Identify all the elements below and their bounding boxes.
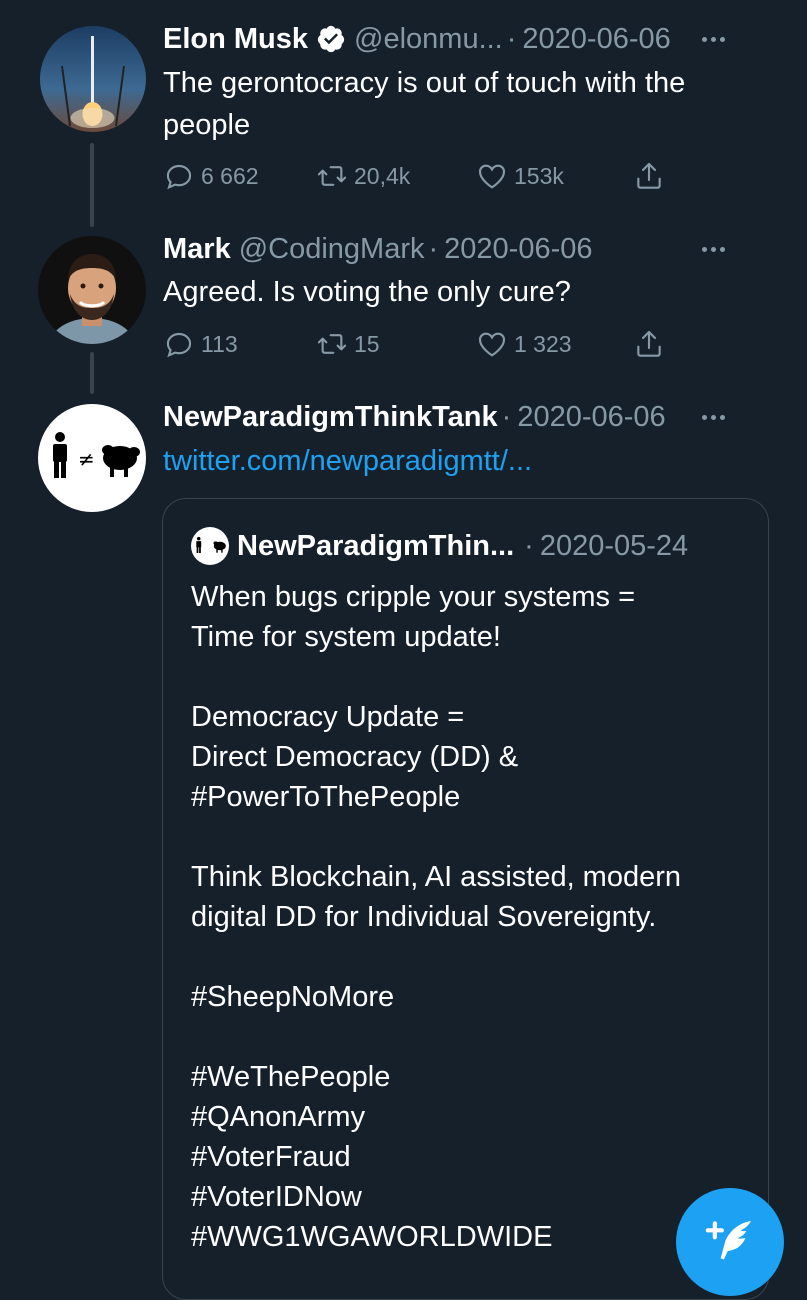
tweet-text: The gerontocracy is out of touch with th… bbox=[163, 67, 686, 141]
thread-line-2 bbox=[90, 352, 94, 394]
quoted-author-name[interactable]: NewParadigmThin... bbox=[237, 530, 514, 563]
retweet-button[interactable]: 20,4k bbox=[316, 158, 410, 194]
reply-button[interactable]: 113 bbox=[163, 326, 238, 362]
verified-badge-icon bbox=[316, 24, 346, 54]
separator-dot: · bbox=[524, 529, 534, 562]
tweet-actions: 113 15 1 323 bbox=[163, 326, 683, 362]
retweet-count: 20,4k bbox=[354, 162, 411, 189]
retweet-icon bbox=[317, 166, 347, 186]
author-name[interactable]: Elon Musk bbox=[163, 23, 308, 56]
compose-tweet-icon bbox=[705, 1221, 751, 1260]
more-horizontal-icon[interactable] bbox=[702, 19, 725, 59]
reply-icon bbox=[166, 164, 192, 190]
quote-paragraph: #SheepNoMore bbox=[191, 981, 395, 1013]
reply-count: 6 662 bbox=[201, 162, 259, 189]
separator-dot: · bbox=[506, 22, 517, 55]
retweet-button[interactable]: 15 bbox=[316, 326, 380, 362]
author-handle[interactable]: @elonmu... bbox=[354, 23, 503, 56]
tweet-actions: 6 662 20,4k 153k bbox=[163, 158, 683, 194]
quoted-tweet-card[interactable]: NewParadigmThin... · 2020-05-24 When bug… bbox=[162, 498, 769, 1300]
avatar-elon-musk[interactable] bbox=[40, 26, 146, 132]
author-handle[interactable]: @CodingMark bbox=[239, 233, 425, 266]
more-horizontal-icon[interactable] bbox=[702, 229, 725, 269]
separator-dot: · bbox=[501, 400, 512, 433]
reply-button[interactable]: 6 662 bbox=[163, 158, 259, 194]
tweet-date[interactable]: 2020-06-06 bbox=[444, 233, 592, 266]
separator-dot: · bbox=[428, 232, 439, 265]
quoted-tweet-text: When bugs cripple your systems = Time fo… bbox=[191, 577, 748, 1257]
quoted-tweet-date[interactable]: 2020-05-24 bbox=[540, 530, 688, 563]
reply-icon bbox=[166, 332, 192, 358]
quote-paragraph: #WeThePeople #QAnonArmy #VoterFraud #Vot… bbox=[191, 1061, 553, 1253]
tweet-date[interactable]: 2020-06-06 bbox=[517, 401, 665, 434]
quote-paragraph: Think Blockchain, AI assisted, modern di… bbox=[191, 861, 682, 933]
quote-paragraph: Democracy Update = Direct Democracy (DD)… bbox=[191, 701, 519, 813]
thread-line-1 bbox=[90, 143, 94, 227]
tweet-text: Agreed. Is voting the only cure? bbox=[163, 276, 571, 308]
share-icon bbox=[637, 162, 661, 189]
quoted-avatar bbox=[191, 527, 229, 565]
retweet-icon bbox=[317, 334, 347, 354]
svg-text:≠: ≠ bbox=[78, 447, 95, 471]
tweet-date[interactable]: 2020-06-06 bbox=[522, 23, 670, 56]
share-button[interactable] bbox=[633, 158, 665, 194]
more-horizontal-icon[interactable] bbox=[702, 397, 725, 437]
author-name[interactable]: Mark bbox=[163, 233, 231, 266]
reply-count: 113 bbox=[201, 330, 238, 357]
author-name[interactable]: NewParadigmThinkTank bbox=[163, 401, 498, 434]
share-button[interactable] bbox=[633, 326, 665, 362]
avatar-mark[interactable] bbox=[38, 236, 146, 344]
heart-icon bbox=[478, 332, 506, 357]
like-count: 153k bbox=[514, 162, 564, 189]
like-count: 1 323 bbox=[514, 330, 572, 357]
tweet-link[interactable]: twitter.com/newparadigmtt/... bbox=[163, 440, 759, 482]
like-button[interactable]: 153k bbox=[476, 158, 564, 194]
heart-icon bbox=[478, 164, 506, 189]
like-button[interactable]: 1 323 bbox=[476, 326, 572, 362]
share-icon bbox=[637, 330, 661, 357]
retweet-count: 15 bbox=[354, 330, 380, 357]
quote-paragraph: When bugs cripple your systems = Time fo… bbox=[191, 581, 636, 653]
avatar-newparadigmthinktank[interactable]: ≠ bbox=[38, 404, 146, 512]
